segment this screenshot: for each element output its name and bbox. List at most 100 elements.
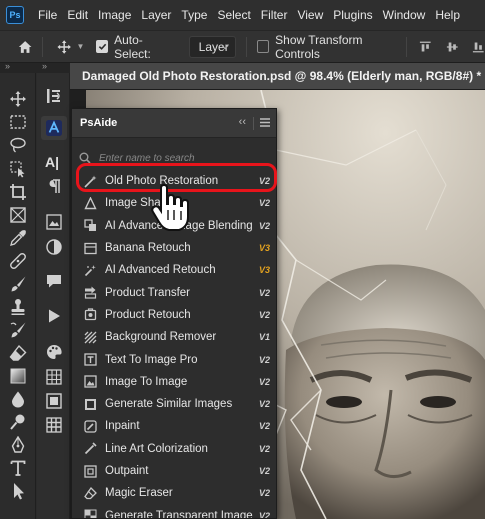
search-input[interactable]: Enter name to search (99, 153, 195, 164)
panel-title: PsAide (80, 117, 118, 129)
inpaint-icon (84, 420, 97, 433)
align-middle-icon[interactable] (446, 40, 459, 54)
options-bar: ▼ Auto-Select: Layer Show Transform Cont… (0, 30, 485, 63)
menu-edit[interactable]: Edit (62, 8, 93, 22)
path-selection-tool-icon[interactable] (9, 482, 27, 500)
item-label: Magic Eraser (105, 487, 173, 500)
version-badge: V2 (258, 309, 270, 320)
version-badge: V2 (258, 510, 270, 519)
channels-panel-icon[interactable] (45, 416, 63, 434)
background-remove-icon (84, 331, 97, 344)
paragraph-panel-icon[interactable] (45, 177, 63, 195)
menu-plugins[interactable]: Plugins (328, 8, 377, 22)
menu-image[interactable]: Image (93, 8, 136, 22)
list-item-outpaint[interactable]: Outpaint V2 (72, 460, 276, 482)
version-badge: V2 (258, 488, 270, 499)
auto-select-target-dropdown[interactable]: Layer (188, 35, 237, 58)
expand-right-icon[interactable]: » (42, 61, 47, 71)
move-tool-icon[interactable] (57, 39, 72, 55)
dodge-tool-icon[interactable] (9, 413, 27, 431)
version-badge: V2 (258, 376, 270, 387)
tools-panel (0, 73, 36, 519)
type-tool-icon[interactable] (9, 459, 27, 477)
auto-select-checkbox[interactable] (96, 40, 109, 53)
home-icon[interactable] (18, 39, 32, 55)
panel-menu-icon[interactable] (260, 118, 270, 127)
clone-stamp-tool-icon[interactable] (9, 298, 27, 316)
tables-panel-icon[interactable] (45, 368, 63, 386)
pen-tool-icon[interactable] (9, 435, 27, 454)
show-transform-checkbox[interactable] (257, 40, 270, 53)
history-brush-tool-icon[interactable] (9, 321, 27, 339)
similar-images-icon (84, 398, 97, 411)
menu-help[interactable]: Help (430, 8, 465, 22)
healing-brush-tool-icon[interactable] (9, 252, 27, 270)
list-item-inpaint[interactable]: Inpaint V2 (72, 415, 276, 437)
list-item-generate-transparent-image[interactable]: Generate Transparent Image V2 (72, 504, 276, 519)
list-item-ai-advanced-retouch[interactable]: AI Advanced Retouch V3 (72, 259, 276, 281)
version-badge: V3 (258, 265, 270, 276)
item-label: Outpaint (105, 465, 149, 477)
properties-panel-icon[interactable] (45, 213, 63, 231)
photoshop-logo-icon[interactable]: Ps (6, 6, 24, 24)
divider (406, 36, 408, 57)
object-select-tool-icon[interactable] (9, 160, 27, 178)
collapse-icon[interactable]: ‹‹ (239, 116, 246, 128)
item-label: Line Art Colorization (105, 442, 208, 455)
menu-window[interactable]: Window (378, 8, 431, 22)
menu-filter[interactable]: Filter (256, 8, 293, 22)
menu-layer[interactable]: Layer (136, 8, 176, 22)
psaide-panel-icon[interactable] (41, 116, 67, 140)
menu-file[interactable]: File (33, 8, 62, 22)
list-item-banana-retouch[interactable]: Banana Retouch V3 (72, 237, 276, 259)
transfer-icon (84, 286, 97, 299)
history-panel-icon[interactable] (45, 87, 63, 105)
list-item-generate-similar-images[interactable]: Generate Similar Images V2 (72, 393, 276, 415)
expand-left-icon[interactable]: » (5, 61, 10, 71)
swatches-panel-icon[interactable] (45, 343, 63, 361)
menu-view[interactable]: View (292, 8, 328, 22)
text-image-icon (84, 353, 97, 366)
gradient-tool-icon[interactable] (9, 367, 27, 385)
crop-tool-icon[interactable] (9, 183, 27, 201)
version-badge: V2 (258, 443, 270, 454)
document-tab[interactable]: Damaged Old Photo Restoration.psd @ 98.4… (70, 63, 485, 90)
chevron-down-icon[interactable]: ▼ (77, 42, 85, 51)
list-item-product-transfer[interactable]: Product Transfer V2 (72, 281, 276, 303)
item-label: Text To Image Pro (105, 353, 198, 366)
retouch-icon (84, 308, 97, 321)
divider (246, 36, 248, 57)
item-label: Image To Image (105, 375, 188, 388)
adjustments-panel-icon[interactable] (45, 238, 63, 256)
item-label: Inpaint (105, 420, 140, 433)
item-label: Background Remover (105, 331, 217, 344)
eyedropper-tool-icon[interactable] (9, 229, 27, 247)
marquee-tool-icon[interactable] (9, 113, 27, 131)
list-item-image-to-image[interactable]: Image To Image V2 (72, 371, 276, 393)
version-badge: V2 (258, 466, 270, 476)
layers-panel-icon[interactable] (45, 392, 63, 410)
lasso-tool-icon[interactable] (9, 136, 27, 154)
version-badge: V2 (258, 198, 270, 209)
move-tool-icon[interactable] (9, 90, 27, 108)
character-panel-icon[interactable]: A| (45, 154, 63, 172)
actions-panel-icon[interactable] (45, 307, 63, 325)
transparent-icon (84, 509, 97, 518)
frame-tool-icon[interactable] (9, 206, 27, 224)
list-item-product-retouch[interactable]: Product Retouch V2 (72, 304, 276, 326)
align-bottom-icon[interactable] (472, 40, 485, 54)
colorize-icon (84, 442, 97, 455)
show-transform-label: Show Transform Controls (275, 32, 363, 61)
brush-tool-icon[interactable] (9, 275, 27, 293)
eraser-tool-icon[interactable] (9, 344, 27, 362)
blur-tool-icon[interactable] (9, 390, 27, 408)
list-item-magic-eraser[interactable]: Magic Eraser V2 (72, 482, 276, 504)
list-item-line-art-colorization[interactable]: Line Art Colorization V2 (72, 438, 276, 460)
align-top-icon[interactable] (419, 40, 432, 54)
sharpen-icon (84, 196, 97, 210)
list-item-text-to-image-pro[interactable]: Text To Image Pro V2 (72, 348, 276, 370)
comments-panel-icon[interactable] (45, 272, 63, 290)
menu-type[interactable]: Type (176, 8, 212, 22)
menu-select[interactable]: Select (212, 8, 255, 22)
list-item-background-remover[interactable]: Background Remover V1 (72, 326, 276, 348)
